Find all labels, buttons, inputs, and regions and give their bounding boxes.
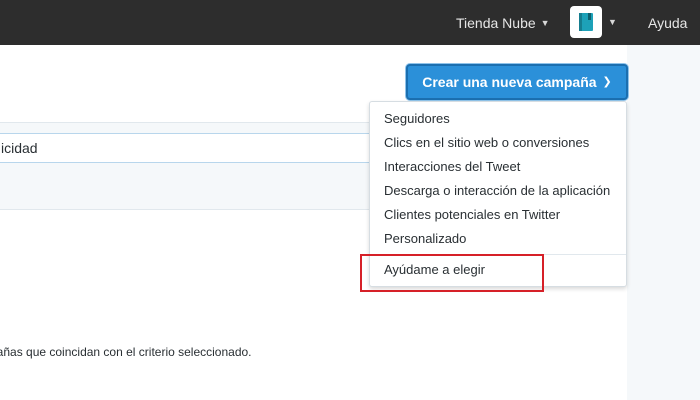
side-panel-background: [627, 45, 700, 400]
avatar: [570, 6, 602, 38]
menu-item-followers[interactable]: Seguidores: [384, 108, 624, 130]
chevron-down-icon: ▼: [540, 18, 550, 28]
top-navigation-bar: Tienda Nube ▼ ▼ Ayuda: [0, 0, 700, 45]
book-icon: [579, 13, 593, 31]
account-name: Tienda Nube: [456, 15, 536, 31]
help-link[interactable]: Ayuda: [648, 13, 687, 33]
menu-item-leads[interactable]: Clientes potenciales en Twitter: [384, 204, 624, 226]
highlight-box: [360, 254, 544, 292]
create-campaign-label: Crear una nueva campaña: [422, 74, 597, 90]
empty-state-message: pañas que coincidan con el criterio sele…: [0, 345, 252, 359]
menu-item-custom[interactable]: Personalizado: [384, 228, 624, 250]
create-campaign-button[interactable]: Crear una nueva campaña ❯: [406, 64, 628, 100]
account-switcher[interactable]: Tienda Nube ▼: [456, 13, 550, 33]
menu-item-tweet-engagements[interactable]: Interacciones del Tweet: [384, 156, 624, 178]
menu-item-website-clicks[interactable]: Clics en el sitio web o conversiones: [384, 132, 624, 154]
chevron-down-icon: ▼: [608, 17, 617, 27]
user-menu[interactable]: ▼: [570, 6, 617, 38]
chevron-down-icon: ❯: [602, 76, 612, 88]
campaign-filter-field[interactable]: icidad: [0, 133, 370, 163]
menu-item-app-installs[interactable]: Descarga o interacción de la aplicación: [384, 180, 624, 202]
